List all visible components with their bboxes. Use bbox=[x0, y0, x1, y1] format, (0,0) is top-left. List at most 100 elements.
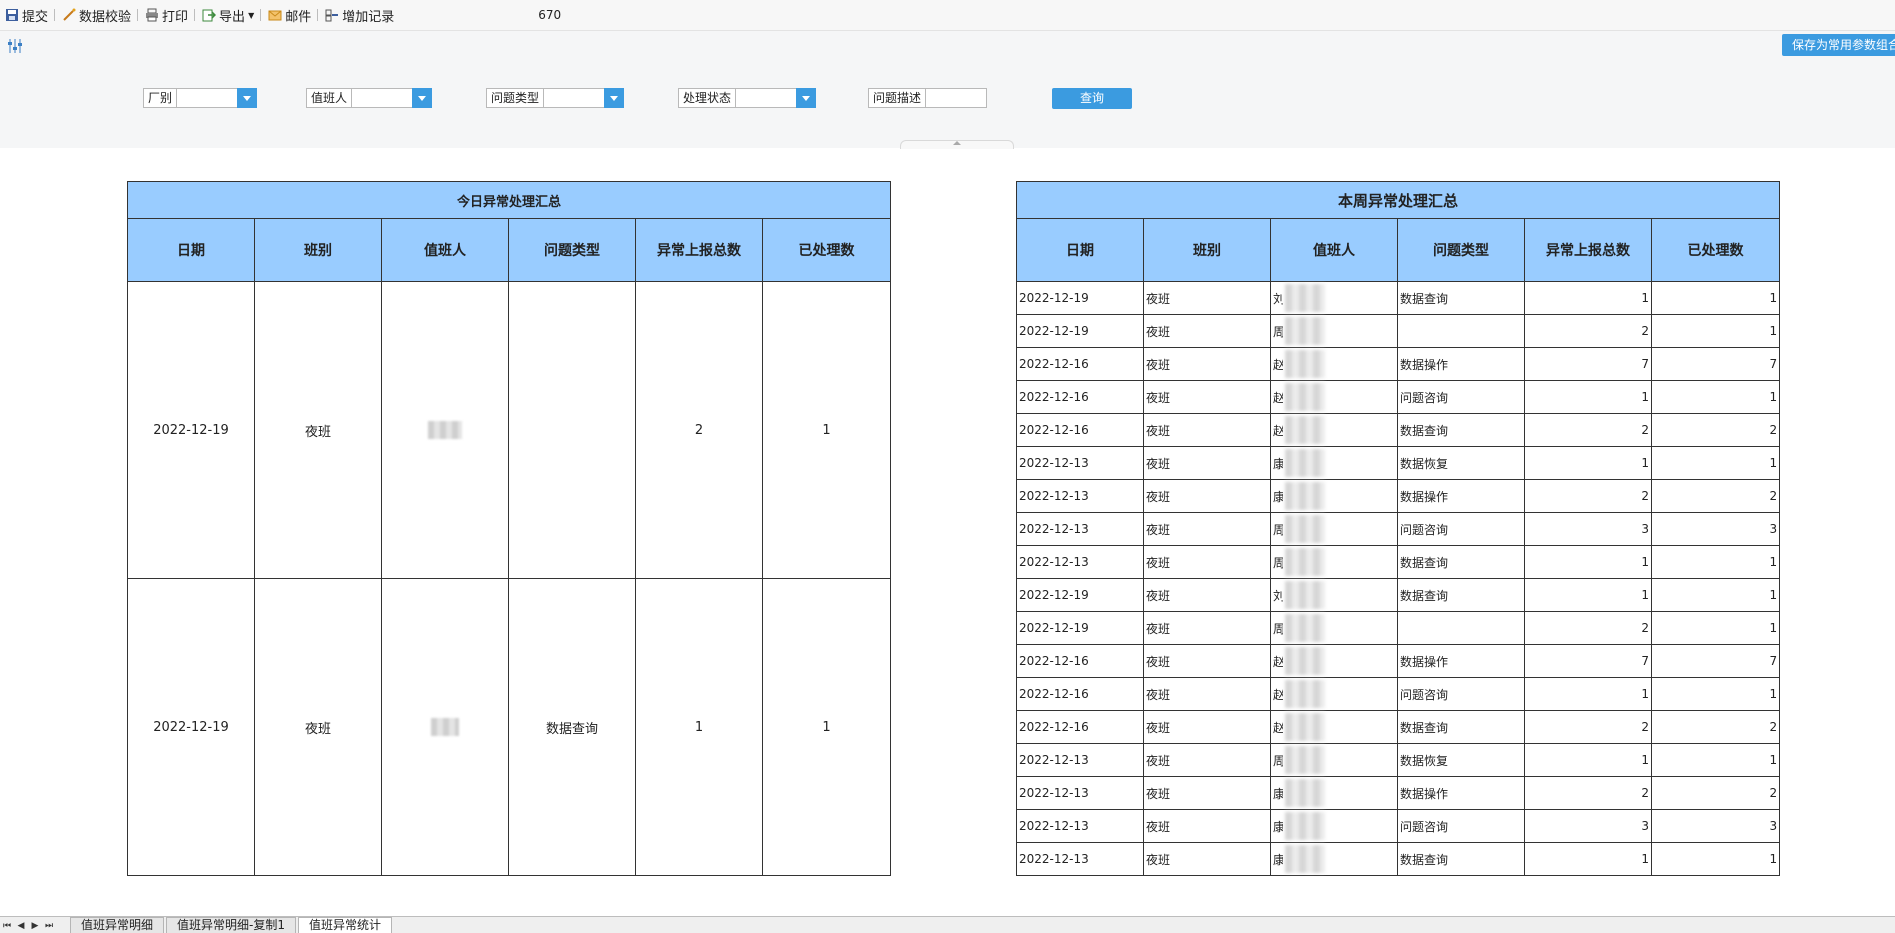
description-input[interactable] bbox=[925, 88, 988, 108]
duty-person-initial: 赵 bbox=[1273, 390, 1283, 405]
factory-select[interactable] bbox=[176, 88, 238, 108]
chevron-down-icon[interactable] bbox=[412, 88, 433, 108]
table-row: 2022-12-19 夜班 数据查询 1 1 bbox=[127, 578, 892, 876]
redacted-name bbox=[1285, 581, 1325, 609]
prev-sheet-button[interactable]: ◀ bbox=[14, 919, 28, 933]
save-params-button[interactable]: 保存为常用参数组合 bbox=[1782, 34, 1895, 56]
duty-person-cell: 康 bbox=[1270, 776, 1398, 810]
table-row: 2022-12-13 夜班周数据恢复 1 1 bbox=[1016, 743, 1781, 777]
toolbar: 提交 数据校验 打印 导出 ▼ 邮件 增加记录 670 bbox=[0, 0, 1895, 31]
redacted-name bbox=[1285, 680, 1325, 708]
chevron-down-icon[interactable] bbox=[237, 88, 258, 108]
sheet-tab[interactable]: 值班异常明细 bbox=[70, 917, 165, 933]
mail-button[interactable]: 邮件 bbox=[263, 3, 315, 27]
first-sheet-button[interactable]: ⏮ bbox=[0, 919, 14, 933]
add-record-button[interactable]: 增加记录 bbox=[320, 3, 398, 27]
chevron-down-icon[interactable] bbox=[604, 88, 625, 108]
date-cell: 2022-12-13 bbox=[1016, 809, 1144, 843]
issue-type-cell bbox=[508, 281, 636, 579]
issue-type-cell: 数据查询 bbox=[1397, 545, 1525, 579]
date-cell: 2022-12-19 bbox=[127, 281, 255, 579]
issue-type-cell: 数据查询 bbox=[1397, 842, 1525, 876]
total-cell: 3 bbox=[1524, 512, 1652, 546]
duty-person-initial: 康 bbox=[1273, 786, 1283, 801]
shift-cell: 夜班 bbox=[1143, 677, 1271, 711]
redacted-name bbox=[1285, 746, 1325, 774]
data-validate-label: 数据校验 bbox=[79, 9, 132, 25]
table-row: 2022-12-13 夜班康数据查询 1 1 bbox=[1016, 842, 1781, 876]
issue-type-cell: 问题咨询 bbox=[1397, 677, 1525, 711]
table-row: 2022-12-13 夜班康数据恢复 1 1 bbox=[1016, 446, 1781, 480]
total-cell: 1 bbox=[1524, 677, 1652, 711]
table-row: 2022-12-16 夜班赵问题咨询 1 1 bbox=[1016, 677, 1781, 711]
date-cell: 2022-12-19 bbox=[1016, 611, 1144, 645]
duty-person-initial: 周 bbox=[1273, 324, 1283, 339]
shift-cell: 夜班 bbox=[1143, 743, 1271, 777]
redacted-name bbox=[1285, 548, 1325, 576]
filter-settings-icon[interactable] bbox=[4, 35, 26, 57]
shift-cell: 夜班 bbox=[1143, 578, 1271, 612]
chevron-down-icon[interactable] bbox=[796, 88, 817, 108]
issue-type-cell: 数据操作 bbox=[1397, 347, 1525, 381]
duty-person-filter: 值班人 bbox=[306, 88, 433, 108]
total-cell: 3 bbox=[1524, 809, 1652, 843]
table-row: 2022-12-13 夜班康数据操作 2 2 bbox=[1016, 479, 1781, 513]
last-sheet-button[interactable]: ⏭ bbox=[42, 919, 56, 933]
duty-person-label: 值班人 bbox=[306, 88, 352, 108]
date-cell: 2022-12-13 bbox=[1016, 479, 1144, 513]
table-row: 2022-12-19 夜班周 2 1 bbox=[1016, 314, 1781, 348]
status-select[interactable] bbox=[735, 88, 797, 108]
shift-cell: 夜班 bbox=[1143, 512, 1271, 546]
sheet-tab-bar: ⏮ ◀ ▶ ⏭ 值班异常明细 值班异常明细-复制1 值班异常统计 bbox=[0, 916, 1895, 933]
table-row: 2022-12-13 夜班周问题咨询 3 3 bbox=[1016, 512, 1781, 546]
column-header: 班别 bbox=[254, 218, 382, 282]
total-cell: 7 bbox=[1524, 347, 1652, 381]
total-cell: 2 bbox=[1524, 413, 1652, 447]
duty-person-initial: 康 bbox=[1273, 456, 1283, 471]
date-cell: 2022-12-13 bbox=[1016, 776, 1144, 810]
issue-type-select[interactable] bbox=[543, 88, 605, 108]
export-button[interactable]: 导出 ▼ bbox=[197, 3, 258, 27]
handled-cell: 3 bbox=[1650, 512, 1781, 546]
issue-type-filter: 问题类型 bbox=[486, 88, 625, 108]
shift-cell: 夜班 bbox=[1143, 347, 1271, 381]
next-sheet-button[interactable]: ▶ bbox=[28, 919, 42, 933]
factory-label: 厂别 bbox=[143, 88, 177, 108]
redacted-name bbox=[1285, 350, 1325, 378]
duty-person-cell: 康 bbox=[1270, 479, 1398, 513]
duty-person-initial: 周 bbox=[1273, 753, 1283, 768]
query-button[interactable]: 查询 bbox=[1052, 88, 1132, 109]
toolbar-divider bbox=[194, 9, 196, 21]
redacted-name bbox=[1285, 383, 1325, 411]
redacted-name bbox=[1285, 482, 1325, 510]
handled-cell: 1 bbox=[1650, 743, 1781, 777]
redacted-name bbox=[431, 718, 459, 736]
export-icon bbox=[201, 7, 217, 23]
sheet-tab-active[interactable]: 值班异常统计 bbox=[297, 917, 392, 933]
redacted-name bbox=[1285, 845, 1325, 873]
column-header: 值班人 bbox=[1270, 218, 1398, 282]
table-row: 2022-12-16 夜班赵数据查询 2 2 bbox=[1016, 710, 1781, 744]
date-cell: 2022-12-16 bbox=[1016, 380, 1144, 414]
submit-button[interactable]: 提交 bbox=[0, 3, 52, 27]
data-validate-button[interactable]: 数据校验 bbox=[57, 3, 135, 27]
shift-cell: 夜班 bbox=[1143, 314, 1271, 348]
issue-type-cell: 问题咨询 bbox=[1397, 380, 1525, 414]
status-filter: 处理状态 bbox=[678, 88, 817, 108]
duty-person-select[interactable] bbox=[351, 88, 413, 108]
date-cell: 2022-12-16 bbox=[1016, 347, 1144, 381]
print-button[interactable]: 打印 bbox=[140, 3, 192, 27]
issue-type-cell bbox=[1397, 314, 1525, 348]
sheet-tab[interactable]: 值班异常明细-复制1 bbox=[166, 917, 296, 933]
issue-type-label: 问题类型 bbox=[486, 88, 544, 108]
table-row: 2022-12-16 夜班赵问题咨询 1 1 bbox=[1016, 380, 1781, 414]
date-cell: 2022-12-16 bbox=[1016, 644, 1144, 678]
shift-cell: 夜班 bbox=[1143, 809, 1271, 843]
duty-person-cell: 赵 bbox=[1270, 380, 1398, 414]
shift-cell: 夜班 bbox=[1143, 842, 1271, 876]
duty-person-cell bbox=[381, 578, 509, 876]
total-cell: 1 bbox=[1524, 743, 1652, 777]
duty-person-initial: 刘 bbox=[1273, 291, 1283, 306]
total-cell: 2 bbox=[1524, 776, 1652, 810]
collapse-panel-toggle[interactable] bbox=[900, 140, 1014, 149]
